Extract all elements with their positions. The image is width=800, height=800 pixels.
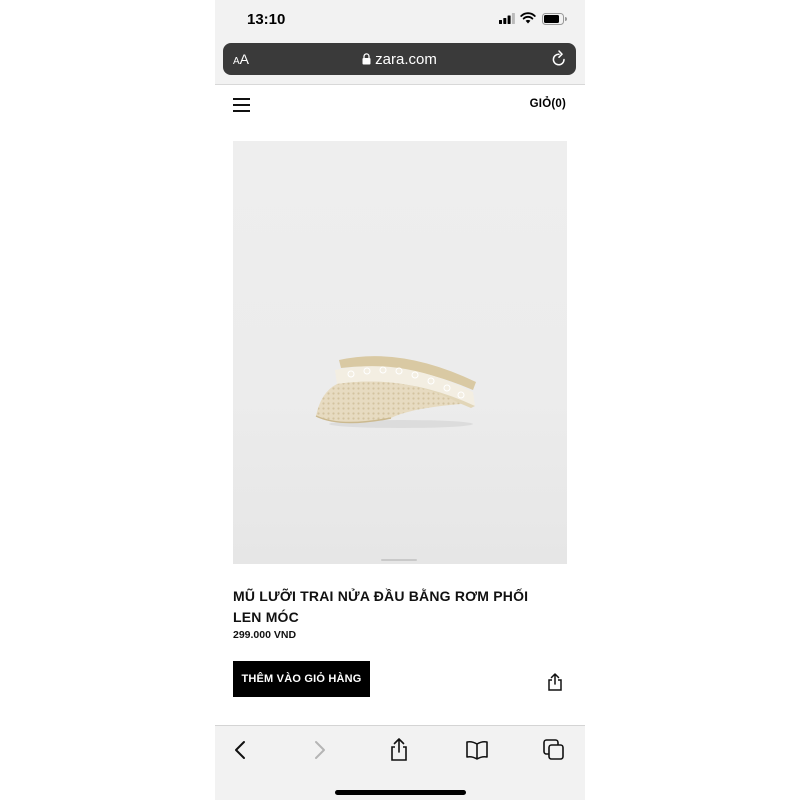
url-display[interactable]: zara.com [223,51,576,68]
straw-visor-image [315,356,476,428]
product-title: MŨ LƯỠI TRAI NỬA ĐẦU BẰNG RƠM PHỐI LEN M… [233,588,529,625]
lock-icon [362,53,371,65]
browser-toolbar [215,725,585,800]
add-to-cart-button[interactable]: THÊM VÀO GIỎ HÀNG [233,661,370,697]
bookmarks-icon[interactable] [465,740,489,760]
reload-icon[interactable] [551,50,567,67]
status-time: 13:10 [247,11,286,28]
cart-link[interactable]: GIỎ(0) [530,98,566,110]
tabs-icon[interactable] [543,739,565,761]
phone-screen: 13:10 AA zara.com GIỎ(0) MŨ LƯỠI TRAI NỬ… [215,0,585,800]
wifi-icon [520,12,536,24]
share-icon[interactable] [547,673,563,691]
product-price: 299.000 VND [233,629,297,641]
address-bar[interactable]: AA zara.com [223,43,576,75]
product-image[interactable] [233,141,567,564]
battery-icon [542,13,567,25]
url-text: zara.com [375,51,437,68]
back-icon[interactable] [233,740,247,760]
forward-icon[interactable] [313,740,327,760]
share-icon[interactable] [389,738,409,762]
browser-address-area: AA zara.com [215,40,585,85]
home-indicator [335,790,466,795]
status-bar: 13:10 [215,0,585,40]
image-pager-indicator [381,559,417,561]
signal-icon [499,13,515,24]
menu-icon[interactable] [233,98,250,112]
